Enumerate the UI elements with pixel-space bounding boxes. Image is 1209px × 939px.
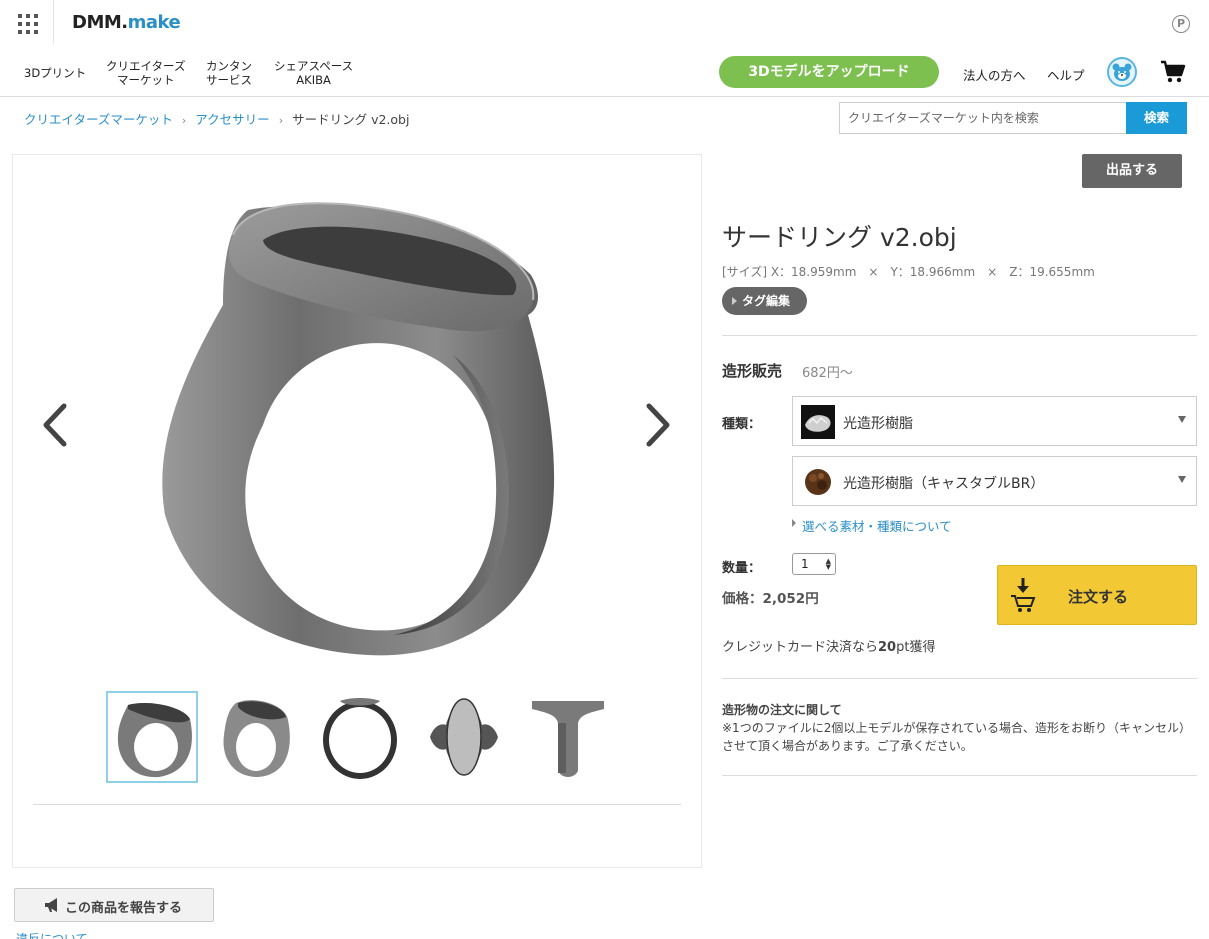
order-button[interactable]: 注文する xyxy=(997,565,1197,625)
app-grid-icon[interactable] xyxy=(18,14,38,34)
breadcrumb-separator: › xyxy=(278,114,284,127)
size-separator: × xyxy=(987,265,998,279)
resin-material-thumbnail xyxy=(801,405,835,439)
credit-points: 20 xyxy=(878,640,897,655)
credit-suffix: pt獲得 xyxy=(896,640,936,655)
breadcrumb: クリエイターズマーケット › アクセサリー › サードリング v2.obj xyxy=(24,109,409,128)
divider xyxy=(33,804,681,805)
divider xyxy=(722,775,1197,776)
material-info-link[interactable]: 選べる素材・種類について xyxy=(792,516,952,535)
nav-item-share-space[interactable]: シェアスペース AKIBA xyxy=(274,59,353,87)
breadcrumb-separator: › xyxy=(181,114,187,127)
quantity-label: 数量： xyxy=(722,561,762,576)
top-bar: DMM.make P xyxy=(0,0,1209,48)
nav-item-label: 3Dプリント xyxy=(24,66,87,80)
thumbnail-3[interactable] xyxy=(314,691,406,783)
megaphone-icon xyxy=(45,898,57,912)
nav-item-label: シェアスペース xyxy=(274,59,354,73)
chevron-down-icon xyxy=(1178,416,1186,423)
notice-body: ※1つのファイルに2個以上モデルが保存されている場合、造形をお断り（キャンセル）… xyxy=(722,721,1191,753)
notice-title: 造形物の注文に関して xyxy=(722,703,842,717)
bear-avatar-icon xyxy=(1112,63,1132,81)
size-z: Z：19.655mm xyxy=(1009,265,1095,279)
quantity-select[interactable]: 1 ▲ ▼ xyxy=(792,553,836,575)
sell-button[interactable]: 出品する xyxy=(1082,154,1182,188)
thumbnail-1[interactable] xyxy=(106,691,198,783)
search-input[interactable] xyxy=(839,102,1127,134)
nav-item-label: サービス xyxy=(206,73,252,87)
nav-item-3d-print[interactable]: 3Dプリント xyxy=(24,66,86,80)
chevron-down-icon xyxy=(1178,476,1186,483)
ring-main-image[interactable] xyxy=(153,185,573,665)
nav-item-label: マーケット xyxy=(116,73,175,87)
product-size: [サイズ] X：18.959mm × Y：18.966mm × Z：19.655mm xyxy=(722,263,1095,280)
divider xyxy=(722,335,1197,336)
main-nav: 3Dプリント クリエイターズ マーケット カンタン サービス シェアスペース A… xyxy=(0,48,1209,97)
next-image-arrow-icon[interactable] xyxy=(643,400,673,450)
nav-item-label: カンタン xyxy=(206,59,252,73)
dmm-make-logo[interactable]: DMM.make xyxy=(72,12,181,33)
price-label: 価格：2,052円 xyxy=(722,591,819,607)
product-title: サードリング v2.obj xyxy=(722,223,957,252)
user-avatar[interactable] xyxy=(1107,57,1137,87)
prev-image-arrow-icon[interactable] xyxy=(40,400,70,450)
divider xyxy=(53,0,54,44)
size-x: [サイズ] X：18.959mm xyxy=(722,265,857,279)
point-icon[interactable]: P xyxy=(1172,15,1190,33)
nav-item-creators-market[interactable]: クリエイターズ マーケット xyxy=(106,59,185,87)
report-product-button[interactable]: この商品を報告する xyxy=(14,888,214,922)
logo-sub: make xyxy=(127,12,181,33)
corporate-link[interactable]: 法人の方へ xyxy=(963,65,1026,84)
tag-edit-button[interactable]: タグ編集 xyxy=(722,287,807,315)
cart-icon[interactable] xyxy=(1160,59,1186,85)
size-separator: × xyxy=(868,265,879,279)
product-image-viewer xyxy=(12,154,702,868)
breadcrumb-item-accessory[interactable]: アクセサリー xyxy=(195,112,269,127)
thumbnail-4[interactable] xyxy=(418,691,510,783)
material-select-value: 光造形樹脂 xyxy=(843,416,913,432)
cart-download-icon xyxy=(1011,578,1036,612)
stepper-arrows-icon: ▲ ▼ xyxy=(825,557,831,571)
castable-material-thumbnail xyxy=(801,465,835,499)
breadcrumb-item-creators-market[interactable]: クリエイターズマーケット xyxy=(24,112,173,127)
upload-3d-model-button[interactable]: 3Dモデルをアップロード xyxy=(719,56,939,88)
search-button[interactable]: 検索 xyxy=(1126,102,1187,134)
nav-item-easy-service[interactable]: カンタン サービス xyxy=(206,59,252,87)
nav-item-label: クリエイターズ xyxy=(106,59,186,73)
material-type-value: 光造形樹脂（キャスタブルBR） xyxy=(843,476,1045,492)
credit-prefix: クレジットカード決済なら xyxy=(722,640,879,655)
from-price: 682円〜 xyxy=(802,366,853,381)
violation-link[interactable]: 違反について xyxy=(16,930,88,939)
material-select[interactable]: 光造形樹脂 xyxy=(792,396,1197,446)
logo-main: DMM xyxy=(72,12,122,33)
kind-label: 種類： xyxy=(722,417,762,432)
thumbnail-2[interactable] xyxy=(210,691,302,783)
order-button-label: 注文する xyxy=(1068,588,1129,606)
material-type-select[interactable]: 光造形樹脂（キャスタブルBR） xyxy=(792,456,1197,506)
size-y: Y：18.966mm xyxy=(890,265,976,279)
divider xyxy=(722,678,1197,679)
nav-item-label: AKIBA xyxy=(296,73,331,87)
report-button-label: この商品を報告する xyxy=(65,901,183,916)
quantity-value: 1 xyxy=(801,557,809,571)
credit-points-note: クレジットカード決済なら20pt獲得 xyxy=(722,636,935,655)
sale-label: 造形販売 xyxy=(722,362,783,380)
breadcrumb-current: サードリング v2.obj xyxy=(292,112,410,127)
help-link[interactable]: ヘルプ xyxy=(1047,65,1085,84)
thumbnail-5[interactable] xyxy=(522,691,614,783)
